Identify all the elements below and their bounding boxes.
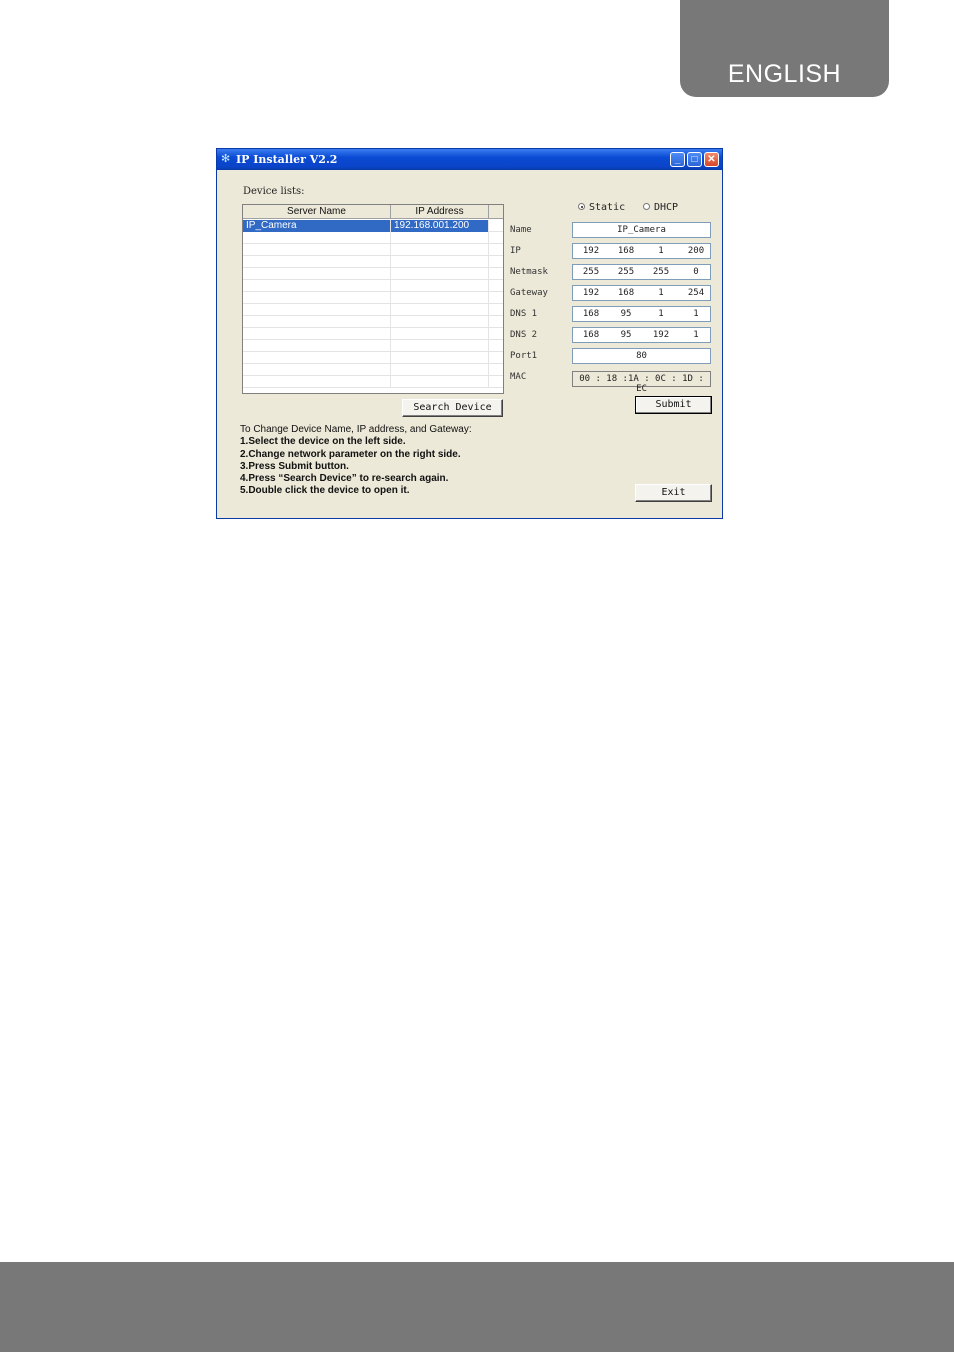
device-list-header: Server Name IP Address	[243, 205, 503, 219]
dns1-octet-3: 1	[658, 309, 664, 319]
table-row[interactable]: IP_Camera 192.168.001.200	[243, 220, 503, 232]
port-value: 80	[636, 351, 647, 361]
empty-row	[243, 244, 503, 256]
instructions: To Change Device Name, IP address, and G…	[240, 424, 472, 498]
mac-value: 00 : 18 :1A : 0C : 1D : EC	[579, 374, 704, 394]
empty-row	[243, 292, 503, 304]
gateway-octet-1: 192	[582, 288, 600, 298]
ip-field[interactable]: 192 168 1 200	[572, 243, 711, 259]
dhcp-radio[interactable]: DHCP	[643, 202, 678, 213]
ip-octet-3: 1	[658, 246, 664, 256]
ip-octet-2: 168	[617, 246, 635, 256]
ip-octet-4: 200	[687, 246, 705, 256]
dhcp-label: DHCP	[654, 202, 679, 213]
column-filler	[489, 205, 503, 219]
close-button[interactable]: ✕	[704, 152, 719, 167]
dns1-octet-4: 1	[693, 309, 699, 319]
empty-row	[243, 304, 503, 316]
static-label: Static	[589, 202, 626, 213]
empty-row	[243, 316, 503, 328]
port-field[interactable]: 80	[572, 348, 711, 364]
dns1-field[interactable]: 168 95 1 1	[572, 306, 711, 322]
netmask-field[interactable]: 255 255 255 0	[572, 264, 711, 280]
empty-row	[243, 232, 503, 244]
ip-address-cell: 192.168.001.200	[394, 220, 470, 231]
submit-button[interactable]: Submit	[635, 396, 712, 414]
dns2-octet-3: 192	[652, 330, 670, 340]
name-field[interactable]: IP_Camera	[572, 222, 711, 238]
dns2-field[interactable]: 168 95 192 1	[572, 327, 711, 343]
empty-row	[243, 352, 503, 364]
device-list[interactable]: Server Name IP Address IP_Camera 192.168…	[242, 204, 504, 394]
exit-button[interactable]: Exit	[635, 484, 712, 502]
name-label: Name	[510, 225, 532, 235]
gateway-octet-2: 168	[617, 288, 635, 298]
dns2-octet-1: 168	[582, 330, 600, 340]
dns2-octet-2: 95	[620, 330, 632, 340]
gateway-field[interactable]: 192 168 1 254	[572, 285, 711, 301]
empty-row	[243, 340, 503, 352]
netmask-octet-2: 255	[617, 267, 635, 277]
dns2-octet-4: 1	[693, 330, 699, 340]
empty-row	[243, 376, 503, 388]
instruction-step: 1.Select the device on the left side.	[240, 436, 406, 448]
empty-row	[243, 268, 503, 280]
ip-installer-window: ✻ IP Installer V2.2 _ □ ✕ Device lists: …	[216, 148, 723, 519]
instruction-step: 5.Double click the device to open it.	[240, 485, 410, 497]
radio-selected-icon	[578, 203, 585, 210]
name-value: IP_Camera	[617, 225, 666, 235]
language-tab: ENGLISH	[680, 0, 889, 97]
gateway-label: Gateway	[510, 288, 548, 298]
column-server-name[interactable]: Server Name	[243, 205, 391, 219]
dns1-label: DNS 1	[510, 309, 538, 319]
netmask-octet-3: 255	[652, 267, 670, 277]
instruction-step: 2.Change network parameter on the right …	[240, 448, 461, 460]
empty-row	[243, 328, 503, 340]
dns1-octet-1: 168	[582, 309, 600, 319]
title-bar[interactable]: ✻ IP Installer V2.2 _ □ ✕	[217, 149, 722, 170]
radio-unselected-icon	[643, 203, 650, 210]
app-icon: ✻	[221, 153, 231, 165]
dns1-octet-2: 95	[620, 309, 632, 319]
dns2-label: DNS 2	[510, 330, 538, 340]
ip-octet-1: 192	[582, 246, 600, 256]
window-title: IP Installer V2.2	[236, 153, 338, 166]
netmask-octet-1: 255	[582, 267, 600, 277]
instructions-heading: To Change Device Name, IP address, and G…	[240, 424, 472, 435]
footer-band	[0, 1262, 954, 1352]
empty-row	[243, 364, 503, 376]
search-device-button[interactable]: Search Device	[402, 399, 503, 417]
gateway-octet-4: 254	[687, 288, 705, 298]
ip-label: IP	[510, 246, 521, 256]
mac-label: MAC	[510, 372, 527, 382]
device-list-label: Device lists:	[243, 186, 305, 197]
column-ip-address[interactable]: IP Address	[391, 205, 489, 219]
mac-field: 00 : 18 :1A : 0C : 1D : EC	[572, 371, 711, 394]
minimize-button[interactable]: _	[670, 152, 685, 167]
gateway-octet-3: 1	[658, 288, 664, 298]
empty-row	[243, 256, 503, 268]
instruction-step: 3.Press Submit button.	[240, 460, 349, 472]
netmask-label: Netmask	[510, 267, 548, 277]
maximize-button[interactable]: □	[687, 152, 702, 167]
netmask-octet-4: 0	[693, 267, 699, 277]
port-label: Port1	[510, 351, 538, 361]
instruction-step: 4.Press “Search Device” to re-search aga…	[240, 473, 449, 485]
static-radio[interactable]: Static	[578, 202, 625, 213]
empty-row	[243, 280, 503, 292]
language-label: ENGLISH	[727, 60, 842, 88]
server-name-cell: IP_Camera	[246, 220, 297, 231]
